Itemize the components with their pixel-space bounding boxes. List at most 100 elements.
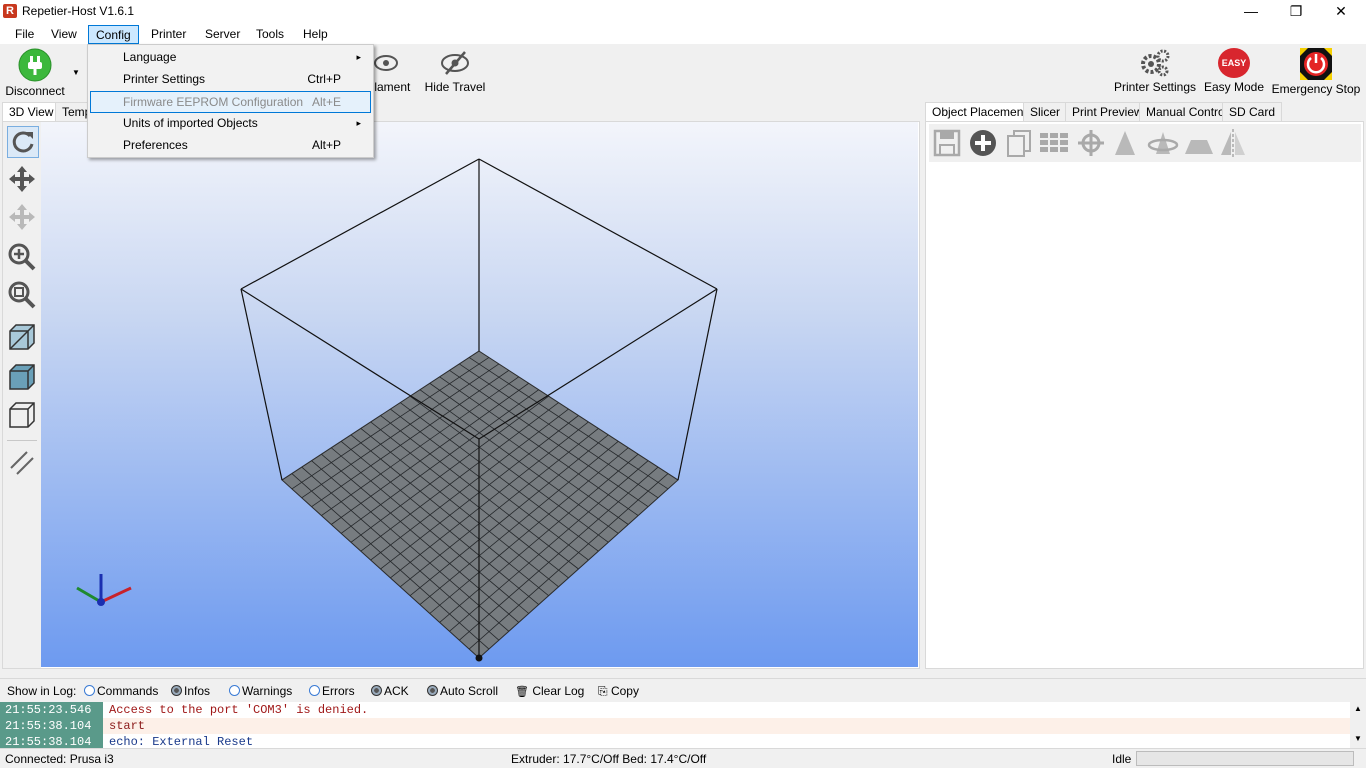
easy-mode-button[interactable]: EASY Easy Mode <box>1202 48 1266 94</box>
autoposition-button[interactable] <box>1038 128 1068 158</box>
emergency-stop-button[interactable]: Emergency Stop <box>1270 48 1362 96</box>
log-time: 21:55:38.104 <box>0 734 103 748</box>
window-title: Repetier-Host V1.6.1 <box>22 4 135 18</box>
log-toggle-ack[interactable]: ACK <box>371 684 409 698</box>
disconnect-dropdown-icon[interactable]: ▼ <box>72 68 80 77</box>
tab-slicer[interactable]: Slicer <box>1023 102 1068 122</box>
printer-settings-label: Printer Settings <box>1113 80 1197 94</box>
menu-item-units-imported[interactable]: Units of imported Objects ▸ <box>90 113 371 135</box>
log-option-label: ACK <box>384 684 409 698</box>
mirror-object-button[interactable] <box>1218 128 1248 158</box>
menu-printer[interactable]: Printer <box>144 25 193 44</box>
log-toggle-commands[interactable]: Commands <box>84 684 158 698</box>
scroll-up-icon[interactable]: ▲ <box>1354 704 1362 713</box>
tab-object-placement[interactable]: Object Placement <box>925 102 1034 122</box>
zoom-in-icon <box>8 243 36 271</box>
log-scrollbar[interactable]: ▲ ▼ <box>1350 702 1366 748</box>
cube-wire-icon <box>9 402 35 428</box>
minimize-button[interactable]: — <box>1228 0 1274 24</box>
status-bar: Connected: Prusa i3 Extruder: 17.7°C/Off… <box>0 748 1366 768</box>
log-option-label: Auto Scroll <box>440 684 499 698</box>
menu-view[interactable]: View <box>44 25 84 44</box>
view-tool-column <box>3 122 41 668</box>
tab-temperature[interactable]: Temp <box>55 102 89 122</box>
zoom-fit-icon <box>8 281 36 309</box>
radio-icon <box>309 685 320 696</box>
config-dropdown-menu: Language ▸ Printer Settings Ctrl+P Firmw… <box>87 44 374 158</box>
disconnect-button[interactable]: Disconnect <box>4 48 66 98</box>
log-option-label: Errors <box>322 684 355 698</box>
menu-config[interactable]: Config <box>88 25 139 44</box>
radio-icon <box>84 685 95 696</box>
cube-iso-icon <box>9 324 35 350</box>
move-object-button[interactable] <box>7 202 39 234</box>
front-view-button[interactable] <box>7 362 39 394</box>
reset-view-button[interactable] <box>7 126 39 158</box>
radio-icon <box>427 685 438 696</box>
move-view-button[interactable] <box>7 164 39 196</box>
save-object-button[interactable] <box>932 128 962 158</box>
menu-tools[interactable]: Tools <box>249 25 291 44</box>
scroll-down-icon[interactable]: ▼ <box>1354 734 1362 743</box>
rotate-object-button[interactable] <box>1146 128 1179 158</box>
parallel-lines-icon <box>10 451 34 475</box>
copy-icon: ⎘ <box>598 684 608 698</box>
submenu-arrow-icon: ▸ <box>356 52 361 62</box>
copy-object-button[interactable] <box>1004 128 1034 158</box>
maximize-button[interactable]: ❐ <box>1273 0 1319 24</box>
app-logo-icon: R <box>3 4 17 18</box>
log-message: Access to the port 'COM3' is denied. <box>109 703 369 717</box>
tab-print-preview[interactable]: Print Preview <box>1065 102 1150 122</box>
pyramid-icon <box>1115 131 1135 155</box>
menu-item-preferences[interactable]: Preferences Alt+P <box>90 135 371 157</box>
tab-sd-card[interactable]: SD Card <box>1222 102 1283 122</box>
log-toggle-infos[interactable]: Infos <box>171 684 210 698</box>
clear-log-button[interactable]: 🗑 Clear Log <box>515 684 584 698</box>
log-time: 21:55:23.546 <box>0 702 103 718</box>
parallel-projection-button[interactable] <box>7 446 39 478</box>
log-list[interactable]: 21:55:23.546 Access to the port 'COM3' i… <box>0 702 1350 748</box>
job-progress-bar <box>1136 751 1354 766</box>
log-message: start <box>109 719 146 733</box>
copy-log-label: Copy <box>610 684 639 698</box>
tool-divider <box>7 440 37 441</box>
hide-travel-button[interactable]: Hide Travel <box>422 48 488 94</box>
log-time: 21:55:38.104 <box>0 718 103 734</box>
isometric-view-button[interactable] <box>7 322 39 354</box>
print-volume-scene <box>76 158 718 662</box>
fit-view-button[interactable] <box>7 280 39 312</box>
connection-status: Connected: Prusa i3 <box>5 752 114 766</box>
log-toggle-auto-scroll[interactable]: Auto Scroll <box>427 684 498 698</box>
wireframe-view-button[interactable] <box>7 400 39 432</box>
radio-icon <box>171 685 182 696</box>
zoom-button[interactable] <box>7 242 39 274</box>
add-object-button[interactable] <box>968 128 998 158</box>
tab-3d-view[interactable]: 3D View <box>2 102 61 122</box>
copy-log-button[interactable]: ⎘ Copy <box>598 684 639 699</box>
tab-manual-control[interactable]: Manual Control <box>1139 102 1235 122</box>
log-toggle-errors[interactable]: Errors <box>309 684 355 698</box>
log-toggle-warnings[interactable]: Warnings <box>229 684 292 698</box>
menu-bar: File View Config Printer Server Tools He… <box>0 24 1366 44</box>
menu-item-printer-settings[interactable]: Printer Settings Ctrl+P <box>90 69 371 91</box>
scale-object-button[interactable] <box>1110 128 1140 158</box>
close-button[interactable]: ✕ <box>1318 0 1364 24</box>
menu-server[interactable]: Server <box>198 25 247 44</box>
move-object-icon <box>9 204 35 230</box>
menu-file[interactable]: File <box>8 25 41 44</box>
menu-item-firmware-eeprom[interactable]: Firmware EEPROM Configuration Alt+E <box>90 91 371 113</box>
menu-item-shortcut: Ctrl+P <box>307 72 341 86</box>
title-bar: R Repetier-Host V1.6.1 — ❐ ✕ <box>0 0 1366 24</box>
menu-help[interactable]: Help <box>296 25 335 44</box>
printer-settings-button[interactable]: Printer Settings <box>1112 48 1198 94</box>
rotate-object-icon <box>1147 132 1179 154</box>
3d-viewport[interactable] <box>41 122 918 667</box>
easy-mode-label: Easy Mode <box>1203 80 1265 94</box>
gears-icon <box>1141 49 1170 77</box>
printer-state: Idle <box>1112 752 1132 766</box>
cut-object-button[interactable] <box>1182 128 1213 158</box>
center-object-button[interactable] <box>1076 128 1106 158</box>
easy-mode-icon: EASY <box>1218 48 1250 78</box>
object-placement-panel <box>925 121 1364 669</box>
menu-item-language[interactable]: Language ▸ <box>90 47 371 69</box>
